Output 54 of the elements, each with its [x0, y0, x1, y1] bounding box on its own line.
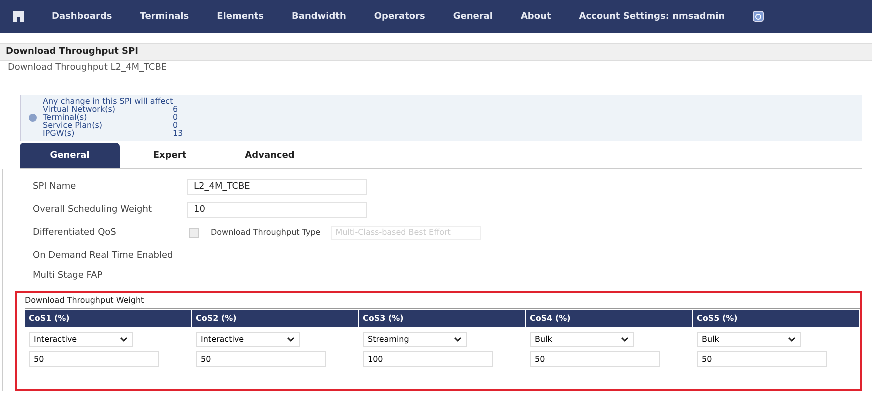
weight-input[interactable]: 50: [530, 351, 660, 367]
nav-link[interactable]: Dashboards: [52, 12, 112, 22]
weight-input[interactable]: 100: [363, 351, 493, 367]
caret-icon: [788, 336, 796, 342]
nav-link[interactable]: Operators: [374, 12, 426, 22]
nav-link[interactable]: Terminals: [140, 12, 190, 22]
class-dropdown[interactable]: Bulk: [697, 332, 801, 347]
class-dropdown[interactable]: Bulk: [530, 332, 634, 347]
caret-icon: [287, 336, 295, 342]
caret-icon: [454, 336, 462, 342]
input-field[interactable]: 10: [187, 202, 367, 218]
notice-count: 13: [173, 130, 184, 138]
field-label: Differentiated QoS: [33, 228, 118, 238]
class-dropdown[interactable]: Streaming: [363, 332, 467, 347]
home-icon[interactable]: [13, 11, 24, 22]
page-subtitle: Download Throughput L2_4M_TCBE: [7, 62, 168, 75]
weight-input[interactable]: 50: [29, 351, 159, 367]
page-title: Download Throughput SPI: [6, 47, 140, 57]
notice-label: Terminal(s): [43, 114, 88, 122]
notice-label: Virtual Network(s): [43, 106, 116, 114]
weight-input[interactable]: 50: [697, 351, 827, 367]
panel-title: Download Throughput Weight: [25, 296, 860, 309]
column-header: CoS1 (%): [25, 310, 192, 327]
nav-link[interactable]: General: [453, 12, 493, 22]
field-label: Multi Stage FAP: [33, 271, 104, 281]
caret-icon: [621, 336, 629, 342]
info-icon: [29, 114, 37, 122]
field-label: Overall Scheduling Weight: [33, 204, 153, 214]
field-label: On Demand Real Time Enabled: [33, 250, 174, 260]
nav-link[interactable]: About: [520, 12, 552, 22]
nav-link[interactable]: Account Settings: nmsadmin: [579, 12, 726, 22]
notice-count: 0: [173, 114, 180, 122]
class-dropdown[interactable]: Interactive: [29, 332, 133, 347]
nav-link[interactable]: Elements: [217, 12, 264, 22]
notice-label: IPGW(s): [43, 130, 76, 138]
checkbox[interactable]: [189, 228, 199, 238]
field-label: Download Throughput Type: [211, 228, 321, 237]
notice-heading: Any change in this SPI will affect: [43, 98, 174, 106]
column-header: CoS3 (%): [359, 310, 526, 327]
notice-label: Service Plan(s): [43, 122, 104, 130]
notice-count: 6: [173, 106, 180, 114]
tab[interactable]: Advanced: [220, 143, 320, 168]
field-label: SPI Name: [33, 182, 78, 192]
caret-icon: [120, 336, 128, 342]
nav-link[interactable]: Bandwidth: [292, 12, 346, 22]
weight-input[interactable]: 50: [196, 351, 326, 367]
column-header: CoS4 (%): [526, 310, 693, 327]
column-header: CoS2 (%): [192, 310, 359, 327]
column-header: CoS5 (%): [693, 310, 860, 327]
tab[interactable]: General: [20, 143, 120, 168]
class-dropdown[interactable]: Interactive: [196, 332, 300, 347]
input-field[interactable]: L2_4M_TCBE: [187, 178, 367, 194]
tab[interactable]: Expert: [120, 143, 220, 168]
notice-count: 0: [173, 122, 180, 130]
